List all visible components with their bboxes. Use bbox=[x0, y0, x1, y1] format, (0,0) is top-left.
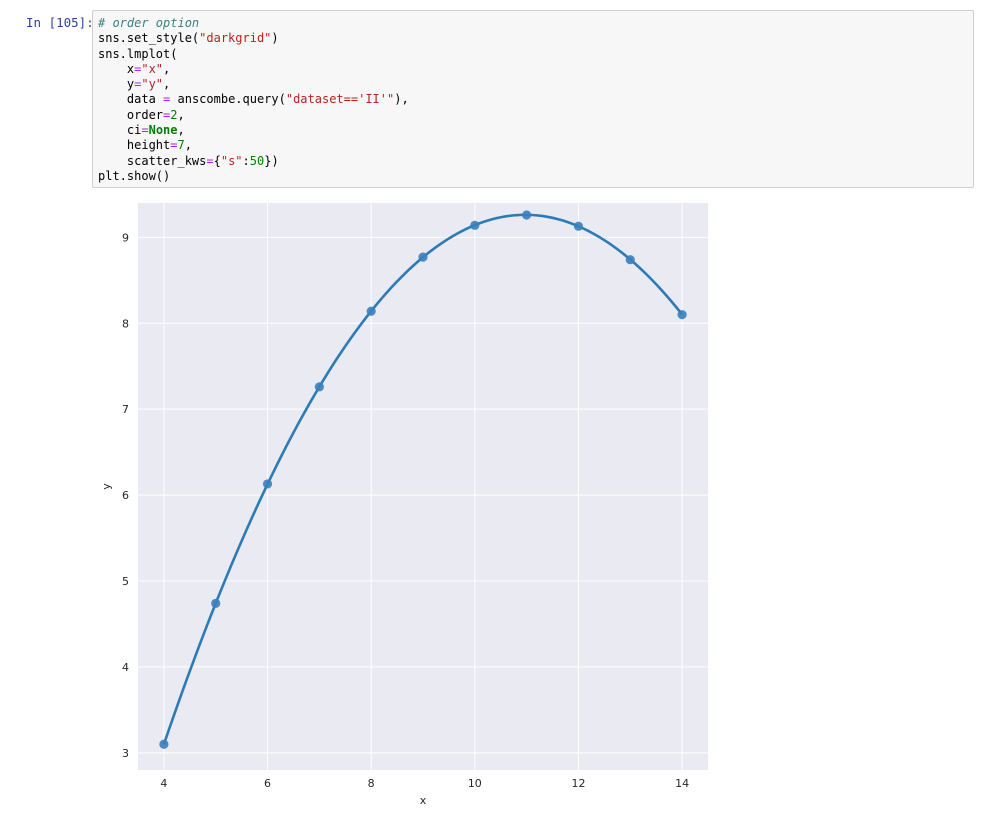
y-axis-ticks: 3 4 5 6 7 8 9 bbox=[122, 231, 129, 759]
code-token: = bbox=[141, 123, 149, 138]
x-tick-label: 8 bbox=[368, 777, 375, 790]
data-point bbox=[314, 382, 324, 392]
code-token: "x" bbox=[141, 61, 164, 76]
plot-area bbox=[138, 203, 708, 770]
y-tick-label: 8 bbox=[122, 317, 129, 330]
y-tick-label: 9 bbox=[122, 231, 129, 244]
code-token: ) bbox=[271, 31, 279, 46]
code-token: scatter_kws bbox=[98, 153, 207, 168]
code-token: , bbox=[163, 61, 171, 76]
x-tick-label: 10 bbox=[468, 777, 482, 790]
code-token: y bbox=[98, 77, 135, 92]
code-token: plt.show() bbox=[98, 168, 171, 183]
regression-plot: 4 6 8 10 12 14 3 4 5 6 7 8 9 x y bbox=[100, 203, 708, 807]
data-point bbox=[625, 255, 635, 265]
x-tick-label: 6 bbox=[264, 777, 271, 790]
code-token: , bbox=[184, 138, 192, 153]
y-tick-label: 5 bbox=[122, 575, 129, 588]
data-point bbox=[211, 598, 221, 608]
x-tick-label: 12 bbox=[571, 777, 585, 790]
code-token: ci bbox=[98, 123, 142, 138]
code-token: "darkgrid" bbox=[199, 31, 272, 46]
code-token: "s" bbox=[220, 153, 243, 168]
code-token: ), bbox=[394, 92, 409, 107]
code-token: 7 bbox=[177, 138, 185, 153]
code-token: order bbox=[98, 107, 164, 122]
code-token: 2 bbox=[170, 107, 178, 122]
x-tick-label: 14 bbox=[675, 777, 689, 790]
data-point bbox=[573, 221, 584, 231]
code-token: , bbox=[163, 77, 171, 92]
code-token: height bbox=[98, 138, 171, 153]
code-token: , bbox=[177, 123, 185, 138]
code-token: "y" bbox=[141, 77, 164, 92]
code-token: "dataset=='II'" bbox=[285, 92, 395, 107]
code-token: = bbox=[206, 153, 214, 168]
code-token: 50 bbox=[249, 153, 265, 168]
x-axis-label: x bbox=[420, 794, 427, 807]
x-tick-label: 4 bbox=[160, 777, 167, 790]
code-token: { bbox=[213, 153, 221, 168]
data-point bbox=[159, 739, 169, 749]
code-token: None bbox=[148, 123, 178, 138]
data-point bbox=[262, 479, 273, 489]
code-token: x bbox=[98, 61, 135, 76]
y-tick-label: 4 bbox=[122, 661, 129, 674]
y-tick-label: 7 bbox=[122, 403, 129, 416]
cell-prompt: In [105]: bbox=[26, 15, 94, 30]
code-cell[interactable]: # order option sns.set_style("darkgrid")… bbox=[92, 10, 974, 188]
data-point bbox=[470, 220, 480, 230]
data-point bbox=[677, 310, 687, 320]
data-point bbox=[418, 252, 428, 262]
data-point bbox=[522, 210, 532, 220]
y-tick-label: 6 bbox=[122, 489, 129, 502]
data-point bbox=[366, 306, 376, 316]
code-token: , bbox=[177, 107, 185, 122]
code-editor[interactable]: # order option sns.set_style("darkgrid")… bbox=[98, 16, 409, 184]
y-axis-label: y bbox=[100, 483, 113, 490]
x-axis-ticks: 4 6 8 10 12 14 bbox=[160, 777, 689, 790]
code-token: anscombe.query( bbox=[170, 92, 286, 107]
code-token: sns.lmplot( bbox=[98, 46, 178, 61]
code-token: sns.set_style( bbox=[98, 31, 200, 46]
code-token: data bbox=[98, 92, 164, 107]
code-token: : bbox=[242, 153, 250, 168]
code-token: # order option bbox=[98, 16, 200, 30]
code-token: }) bbox=[264, 153, 279, 168]
y-tick-label: 3 bbox=[122, 747, 129, 760]
